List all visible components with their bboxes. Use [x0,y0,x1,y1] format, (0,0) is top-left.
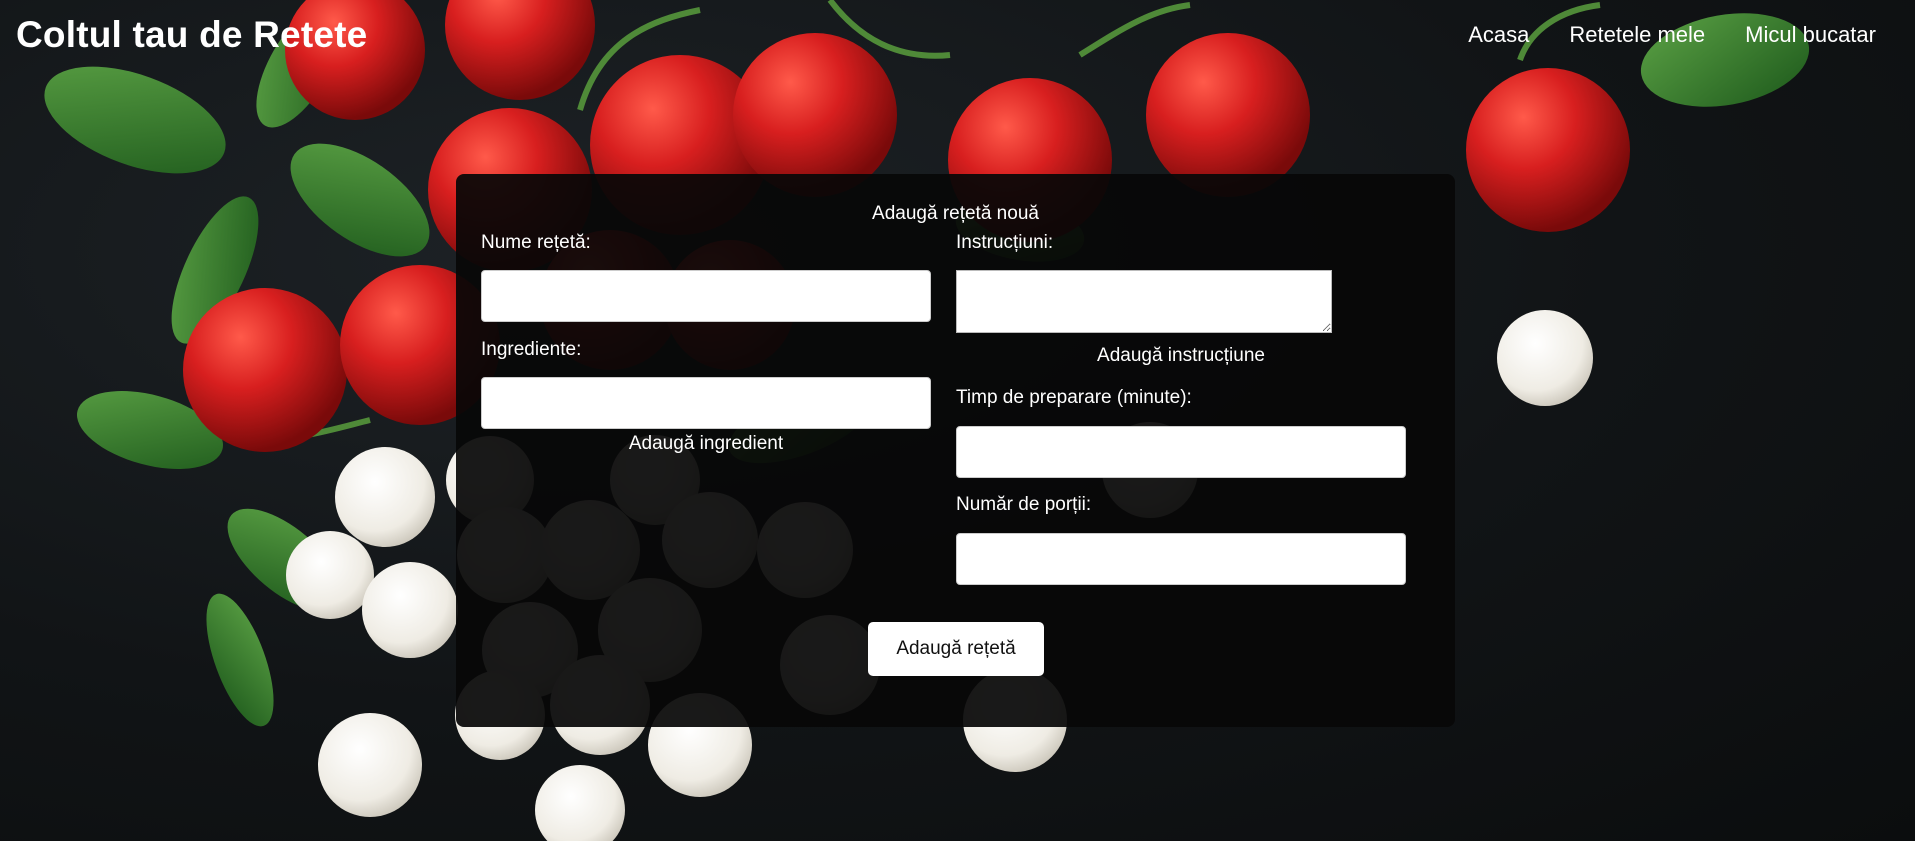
instructions-label: Instrucțiuni: [956,232,1054,253]
instruction-textarea[interactable] [956,270,1332,333]
add-ingredient-button[interactable]: Adaugă ingredient [481,433,931,455]
recipe-name-label: Nume rețetă: [481,232,591,253]
nav-item-retetele-mele[interactable]: Retetele mele [1569,22,1705,48]
add-instruction-button[interactable]: Adaugă instrucțiune [956,345,1406,367]
prep-time-label: Timp de preparare (minute): [956,387,1192,408]
recipe-name-input[interactable] [481,270,931,322]
form-title: Adaugă rețetă nouă [872,203,1039,224]
prep-time-input[interactable] [956,426,1406,478]
add-recipe-submit-button[interactable]: Adaugă rețetă [868,622,1044,676]
ingredient-input[interactable] [481,377,931,429]
main-nav: Acasa Retetele mele Micul bucatar [1468,22,1876,48]
servings-input[interactable] [956,533,1406,585]
nav-item-acasa[interactable]: Acasa [1468,22,1529,48]
site-title: Coltul tau de Retete [16,14,368,55]
nav-item-micul-bucatar[interactable]: Micul bucatar [1745,22,1876,48]
add-recipe-form: Adaugă rețetă nouă Nume rețetă: Ingredie… [456,174,1455,727]
servings-label: Număr de porții: [956,494,1092,515]
ingredients-label: Ingrediente: [481,339,582,360]
